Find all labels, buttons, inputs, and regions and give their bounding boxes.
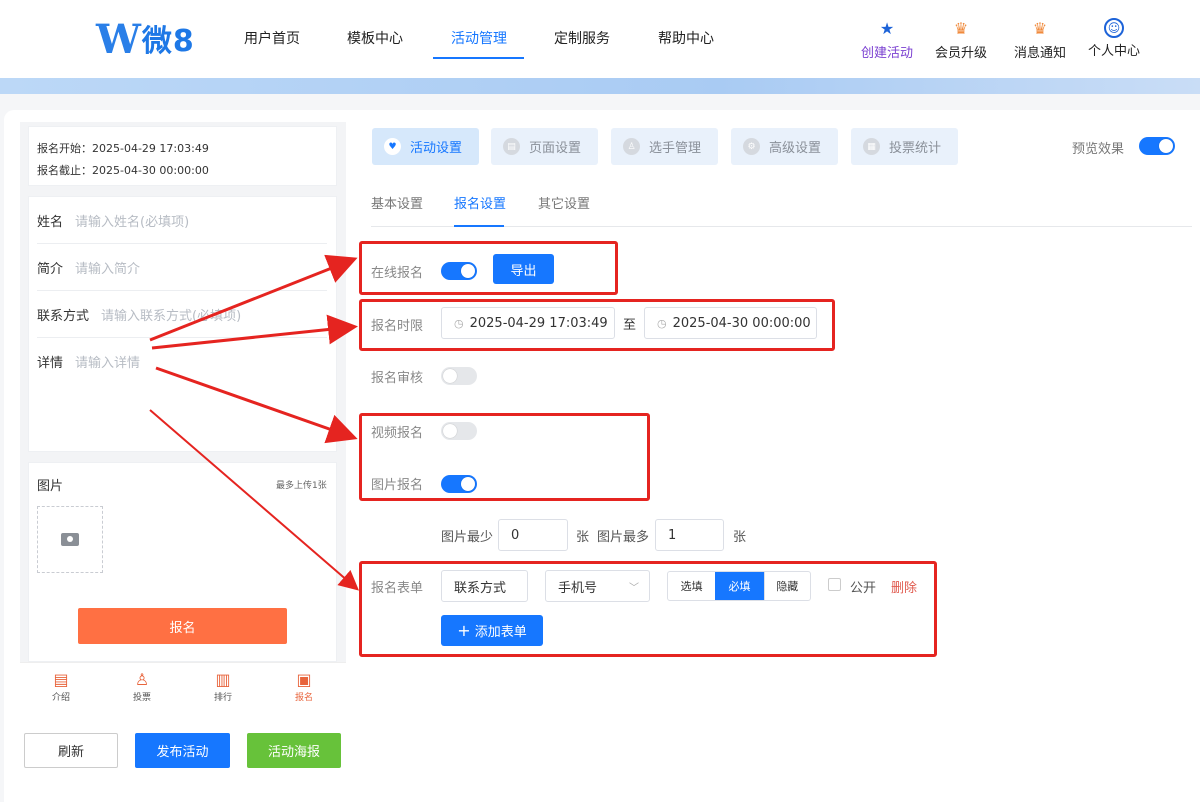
annotation-arrows (149, 254, 360, 591)
